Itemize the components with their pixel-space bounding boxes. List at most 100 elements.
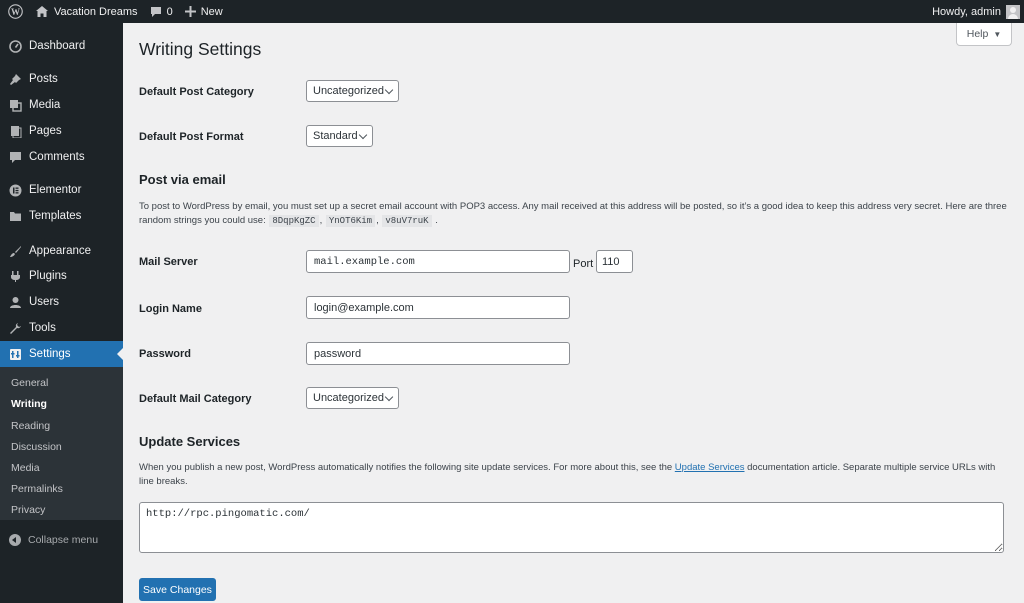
wordpress-logo-icon[interactable]: W (0, 0, 30, 23)
default-post-format-label: Default Post Format (139, 131, 244, 143)
sidebar-item-label: Users (29, 296, 60, 308)
sidebar-item-tools[interactable]: Tools (0, 315, 123, 341)
new-label: New (200, 5, 223, 18)
sidebar-item-label: Elementor (29, 184, 82, 196)
pages-icon (9, 125, 22, 138)
sidebar-item-label: Media (29, 99, 61, 111)
random-string-3: v8uV7ruK (382, 215, 432, 227)
folder-icon (9, 210, 22, 223)
sidebar-item-templates[interactable]: Templates (0, 203, 123, 229)
sidebar-item-appearance[interactable]: Appearance (0, 238, 123, 264)
plus-icon (184, 6, 196, 17)
post-via-email-heading: Post via email (139, 172, 226, 187)
submenu-item-permalinks[interactable]: Permalinks (11, 483, 63, 495)
post-via-email-description: To post to WordPress by email, you must … (139, 200, 1009, 228)
select-value: Uncategorized (313, 85, 384, 97)
password-input[interactable] (306, 342, 570, 365)
collapse-label: Collapse menu (28, 534, 99, 546)
sidebar-item-comments[interactable]: Comments (0, 144, 123, 170)
pin-icon (9, 73, 22, 86)
user-icon (9, 296, 22, 309)
caret-down-icon: ▼ (993, 29, 1002, 39)
sidebar-item-dashboard[interactable]: Dashboard (0, 33, 123, 59)
submenu-item-reading[interactable]: Reading (11, 420, 50, 432)
submenu-item-general[interactable]: General (11, 377, 48, 389)
login-name-input[interactable] (306, 296, 570, 319)
port-label: Port (573, 258, 594, 270)
sidebar-item-label: Templates (29, 210, 82, 222)
my-account-link[interactable]: Howdy, admin (926, 0, 1024, 23)
default-post-category-select[interactable]: Uncategorized (306, 80, 399, 102)
chevron-down-icon (384, 392, 394, 402)
random-string-2: YnOT6Kim (325, 215, 376, 227)
password-label: Password (139, 348, 191, 360)
sidebar-item-media[interactable]: Media (0, 92, 123, 118)
new-content-link[interactable]: New (179, 0, 229, 23)
chevron-down-icon (384, 85, 394, 95)
comments-link[interactable]: 0 (144, 0, 179, 23)
select-value: Standard (313, 130, 358, 142)
submenu-item-writing[interactable]: Writing (11, 398, 47, 410)
sidebar-item-settings[interactable]: Settings (0, 341, 123, 367)
update-services-link[interactable]: Update Services (675, 462, 745, 473)
default-post-category-label: Default Post Category (139, 86, 254, 98)
admin-sidebar: Dashboard Posts Media Pages Comments Ele… (0, 23, 123, 603)
submenu-item-discussion[interactable]: Discussion (11, 441, 62, 453)
chevron-down-icon (358, 130, 368, 140)
comment-icon (9, 151, 22, 164)
media-icon (9, 99, 22, 112)
sidebar-item-posts[interactable]: Posts (0, 66, 123, 92)
default-mail-category-label: Default Mail Category (139, 393, 252, 405)
brush-icon (9, 245, 22, 258)
comment-bubble-icon (150, 6, 161, 17)
howdy-text: Howdy, admin (932, 5, 1001, 18)
main-content: Help ▼ Writing Settings Default Post Cat… (123, 23, 1024, 603)
sidebar-item-pages[interactable]: Pages (0, 118, 123, 144)
settings-submenu: General Writing Reading Discussion Media… (0, 367, 123, 520)
separator: , (319, 215, 323, 226)
sidebar-item-plugins[interactable]: Plugins (0, 263, 123, 289)
mail-server-label: Mail Server (139, 256, 198, 268)
sidebar-item-label: Settings (29, 348, 71, 360)
port-input[interactable] (596, 250, 633, 273)
sidebar-item-elementor[interactable]: Elementor (0, 177, 123, 203)
sidebar-item-label: Pages (29, 125, 62, 137)
update-services-description: When you publish a new post, WordPress a… (139, 461, 1009, 489)
default-post-format-select[interactable]: Standard (306, 125, 373, 147)
mail-server-input[interactable] (306, 250, 570, 273)
home-icon (36, 6, 48, 17)
sidebar-item-label: Plugins (29, 270, 67, 282)
dashboard-icon (9, 39, 22, 53)
sidebar-item-label: Dashboard (29, 40, 86, 52)
help-button[interactable]: Help ▼ (956, 23, 1012, 46)
sidebar-item-label: Comments (29, 151, 85, 163)
sidebar-item-label: Posts (29, 73, 58, 85)
update-services-textarea[interactable]: http://rpc.pingomatic.com/ (139, 502, 1004, 553)
plugin-icon (9, 270, 22, 283)
default-mail-category-select[interactable]: Uncategorized (306, 387, 399, 409)
page-title: Writing Settings (139, 39, 262, 59)
collapse-menu-button[interactable]: Collapse menu (9, 534, 98, 546)
site-name-link[interactable]: Vacation Dreams (30, 0, 144, 23)
settings-icon (9, 348, 22, 361)
sidebar-item-label: Appearance (29, 245, 92, 257)
collapse-icon (9, 534, 21, 546)
submenu-item-privacy[interactable]: Privacy (11, 504, 45, 516)
elementor-icon (9, 184, 22, 197)
submenu-item-media[interactable]: Media (11, 462, 40, 474)
save-changes-button[interactable]: Save Changes (139, 578, 216, 601)
wrench-icon (9, 322, 22, 335)
comments-count: 0 (166, 5, 173, 18)
login-name-label: Login Name (139, 303, 202, 315)
admin-bar: W Vacation Dreams 0 New Howdy, admin (0, 0, 1024, 23)
select-value: Uncategorized (313, 392, 384, 404)
update-services-heading: Update Services (139, 434, 241, 449)
update-services-text-1: When you publish a new post, WordPress a… (139, 462, 673, 473)
sidebar-item-users[interactable]: Users (0, 289, 123, 315)
svg-text:W: W (11, 7, 20, 17)
help-label: Help (966, 28, 989, 40)
separator: , (376, 215, 379, 226)
sidebar-item-label: Tools (29, 322, 56, 334)
avatar (1006, 4, 1020, 19)
end-period: . (435, 215, 438, 226)
